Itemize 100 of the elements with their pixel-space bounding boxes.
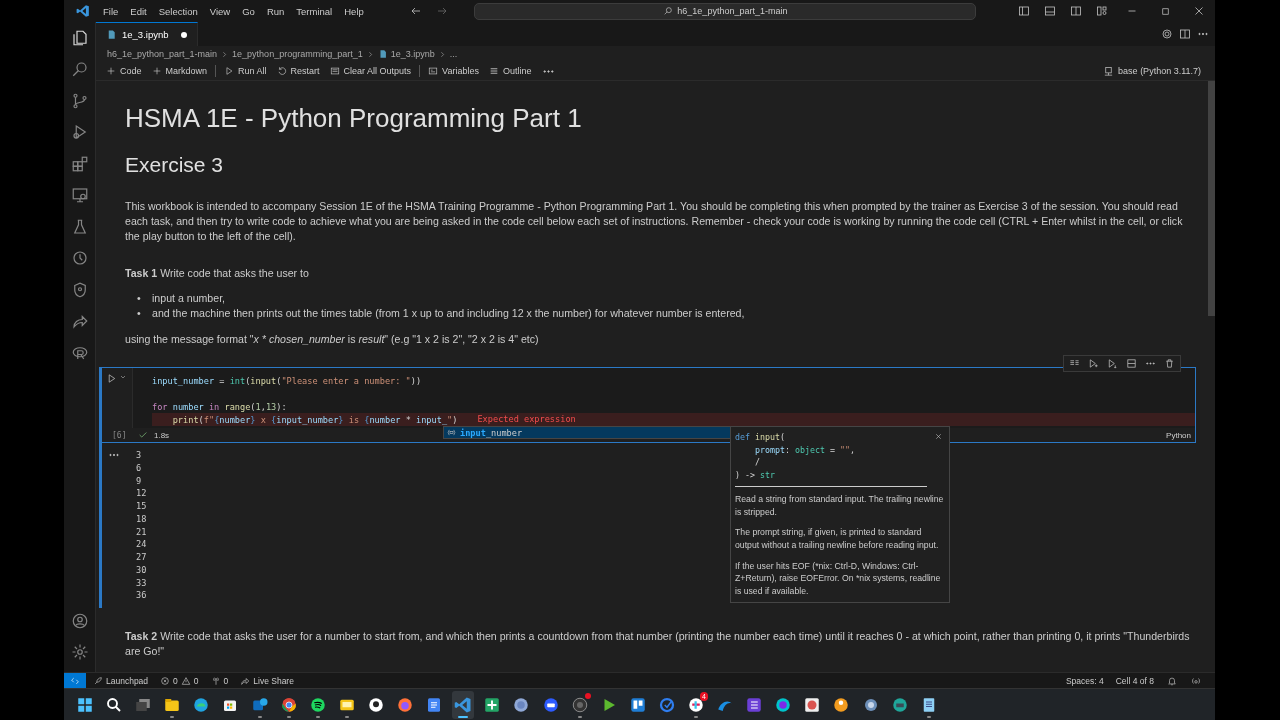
task-check-icon[interactable] bbox=[657, 695, 676, 714]
launchpad-status[interactable]: Launchpad bbox=[88, 675, 154, 686]
editor-tab[interactable]: 1e_3.ipynb bbox=[96, 22, 199, 46]
toggle-panel-icon[interactable] bbox=[1044, 5, 1056, 17]
plus-icon bbox=[106, 66, 116, 76]
toggle-secondary-sidebar-icon[interactable] bbox=[1070, 5, 1082, 17]
breadcrumb-item[interactable]: 1e_python_programming_part_1 bbox=[232, 49, 363, 59]
variables-icon bbox=[428, 66, 439, 76]
menu-item[interactable]: Terminal bbox=[291, 3, 338, 19]
checkmark-app-icon[interactable] bbox=[803, 695, 822, 714]
run-cell-icon[interactable] bbox=[106, 373, 117, 384]
bell-icon[interactable] bbox=[1167, 675, 1177, 686]
plus-icon bbox=[151, 66, 162, 76]
explorer-icon[interactable] bbox=[70, 28, 89, 47]
timeline-icon[interactable] bbox=[70, 249, 89, 268]
settings-icon[interactable] bbox=[70, 643, 89, 662]
command-center-search[interactable]: h6_1e_python_part_1-main bbox=[474, 2, 977, 20]
output-line: 12 bbox=[136, 487, 147, 500]
forward-arrow-icon[interactable] bbox=[436, 5, 449, 17]
output-line: 6 bbox=[136, 461, 143, 475]
kernel-picker[interactable]: base (Python 3.11.7) bbox=[1099, 64, 1205, 78]
execution-time: 1.8s bbox=[154, 430, 170, 440]
doc-paragraph: The prompt string, if given, is printed to standard output without a trailing newline before reading input. bbox=[735, 526, 940, 552]
running-indicator bbox=[458, 715, 469, 718]
breadcrumb-item[interactable]: ... bbox=[449, 49, 458, 59]
video-call-icon[interactable] bbox=[541, 695, 560, 714]
breadcrumb-item[interactable]: 1e_3.ipynb bbox=[390, 49, 435, 59]
execute-below-icon[interactable] bbox=[1107, 358, 1118, 369]
clear-icon bbox=[329, 66, 340, 76]
bullet-text: input a number, bbox=[152, 291, 226, 306]
taskbar-button[interactable] bbox=[452, 690, 475, 719]
code-editor[interactable]: input_number = int(input("Please enter a number: ")) for number in range(1,13): print(f"{number} x {input_number} is {number * input_") Expected expression bbox=[132, 368, 1195, 428]
task-text: Task 1 Write code that asks the user to bbox=[125, 266, 310, 281]
execution-count: [6] bbox=[112, 430, 128, 440]
run-debug-icon[interactable] bbox=[70, 123, 89, 142]
running-indicator bbox=[577, 715, 582, 718]
remote-icon bbox=[70, 675, 80, 686]
spreadsheet-icon[interactable] bbox=[483, 695, 502, 714]
menu-item[interactable]: Help bbox=[339, 3, 369, 19]
status-item[interactable]: Spaces: 4 bbox=[1060, 675, 1109, 686]
copilot-icon[interactable] bbox=[1191, 675, 1201, 686]
box-app-icon[interactable] bbox=[890, 695, 909, 714]
bullet-text: and the machine then prints out the times table (from 1 x up to and including 12 x the number) for whatever number is entered, bbox=[152, 306, 745, 321]
start-icon[interactable] bbox=[76, 695, 94, 714]
recorder-icon[interactable] bbox=[570, 695, 589, 714]
menu-item[interactable]: Selection bbox=[153, 3, 203, 19]
toolbar-button[interactable]: Outline bbox=[484, 65, 536, 77]
output-line: 9 bbox=[136, 474, 143, 488]
close-icon[interactable] bbox=[1193, 5, 1205, 17]
status-item[interactable]: Cell 4 of 8 bbox=[1110, 675, 1159, 686]
menu-item[interactable]: View bbox=[204, 3, 236, 19]
toolbar-button[interactable]: Markdown bbox=[147, 65, 212, 77]
split-editor-icon[interactable] bbox=[1179, 28, 1191, 40]
back-arrow-icon[interactable] bbox=[410, 5, 423, 17]
toolbar-button[interactable]: Variables bbox=[424, 65, 483, 77]
close-icon[interactable] bbox=[934, 432, 943, 441]
code-line: for number in range(1,13): bbox=[152, 400, 287, 413]
notebook-settings-icon[interactable] bbox=[1161, 28, 1173, 40]
liveshare-status[interactable]: Live Share bbox=[235, 675, 299, 686]
intro-paragraph: This workbook is intended to accompany Session 1E of the HSMA Training Programme - Python Programming Part 1. You should be completing this when prompted by the trainer as Exercise 3 of the session. You should read each task, and then try to write code to achieve what you are being asked in the code cell below each set of instructions. Remember - check your code is working by running the code cell (CTRL + Enter whilst in the cell, or click the play button to the left of the cell). bbox=[125, 199, 1184, 244]
toolbar-button[interactable]: Restart bbox=[272, 65, 324, 77]
account-icon[interactable] bbox=[70, 611, 89, 630]
cell-language[interactable]: Python bbox=[1166, 430, 1195, 440]
suggestion-item[interactable]: input_number bbox=[443, 426, 731, 439]
signature: def input( prompt: object = "", / ) -> str bbox=[735, 431, 856, 482]
menu-item[interactable]: Run bbox=[261, 3, 290, 19]
output-line: 33 bbox=[136, 576, 147, 590]
running-indicator bbox=[170, 715, 175, 718]
doc-paragraph: Read a string from standard input. The trailing newline is stripped. bbox=[735, 492, 945, 519]
scrollbar-thumb[interactable] bbox=[1208, 81, 1215, 316]
breadcrumb-item[interactable]: h6_1e_python_part_1-main bbox=[107, 49, 218, 59]
board-icon[interactable] bbox=[628, 695, 647, 714]
execute-above-icon[interactable] bbox=[1088, 358, 1099, 369]
delete-icon[interactable] bbox=[1164, 358, 1175, 369]
menu-item[interactable]: File bbox=[98, 3, 124, 19]
menu-item[interactable]: Edit bbox=[125, 3, 152, 19]
server-icon bbox=[1103, 65, 1115, 77]
remote-explorer-icon[interactable] bbox=[70, 186, 89, 205]
maximize-icon[interactable] bbox=[1160, 5, 1171, 17]
toolbar-button[interactable]: Run All bbox=[220, 65, 271, 77]
split-cell-icon[interactable] bbox=[1126, 358, 1137, 369]
ports-status[interactable]: 0 bbox=[205, 675, 234, 686]
output-line: 24 bbox=[136, 538, 147, 551]
chevron-down-icon[interactable] bbox=[119, 373, 127, 381]
toolbar-button[interactable]: Code bbox=[102, 65, 146, 77]
list-app-icon[interactable] bbox=[745, 695, 764, 714]
output-line: 27 bbox=[136, 551, 147, 564]
chrome-like-icon[interactable] bbox=[279, 695, 298, 714]
menu-item[interactable]: Go bbox=[237, 3, 260, 19]
extensions-icon[interactable] bbox=[70, 154, 89, 173]
code-editor-icon[interactable] bbox=[454, 695, 473, 714]
source-control-icon[interactable] bbox=[70, 91, 89, 110]
toggle-sidebar-icon[interactable] bbox=[1018, 5, 1030, 17]
problems-status[interactable]: 0 0 bbox=[155, 675, 204, 686]
format-text: using the message format "x * chosen_number is result" (e.g "1 x 2 is 2", "2 x 2 is 4" etc) bbox=[125, 332, 540, 347]
toolbar-button[interactable]: Clear All Outputs bbox=[325, 65, 416, 77]
customize-layout-icon[interactable] bbox=[1096, 5, 1108, 17]
music-icon[interactable] bbox=[308, 695, 327, 714]
launchpad-icon bbox=[93, 675, 103, 686]
liveshare-icon bbox=[240, 675, 251, 686]
